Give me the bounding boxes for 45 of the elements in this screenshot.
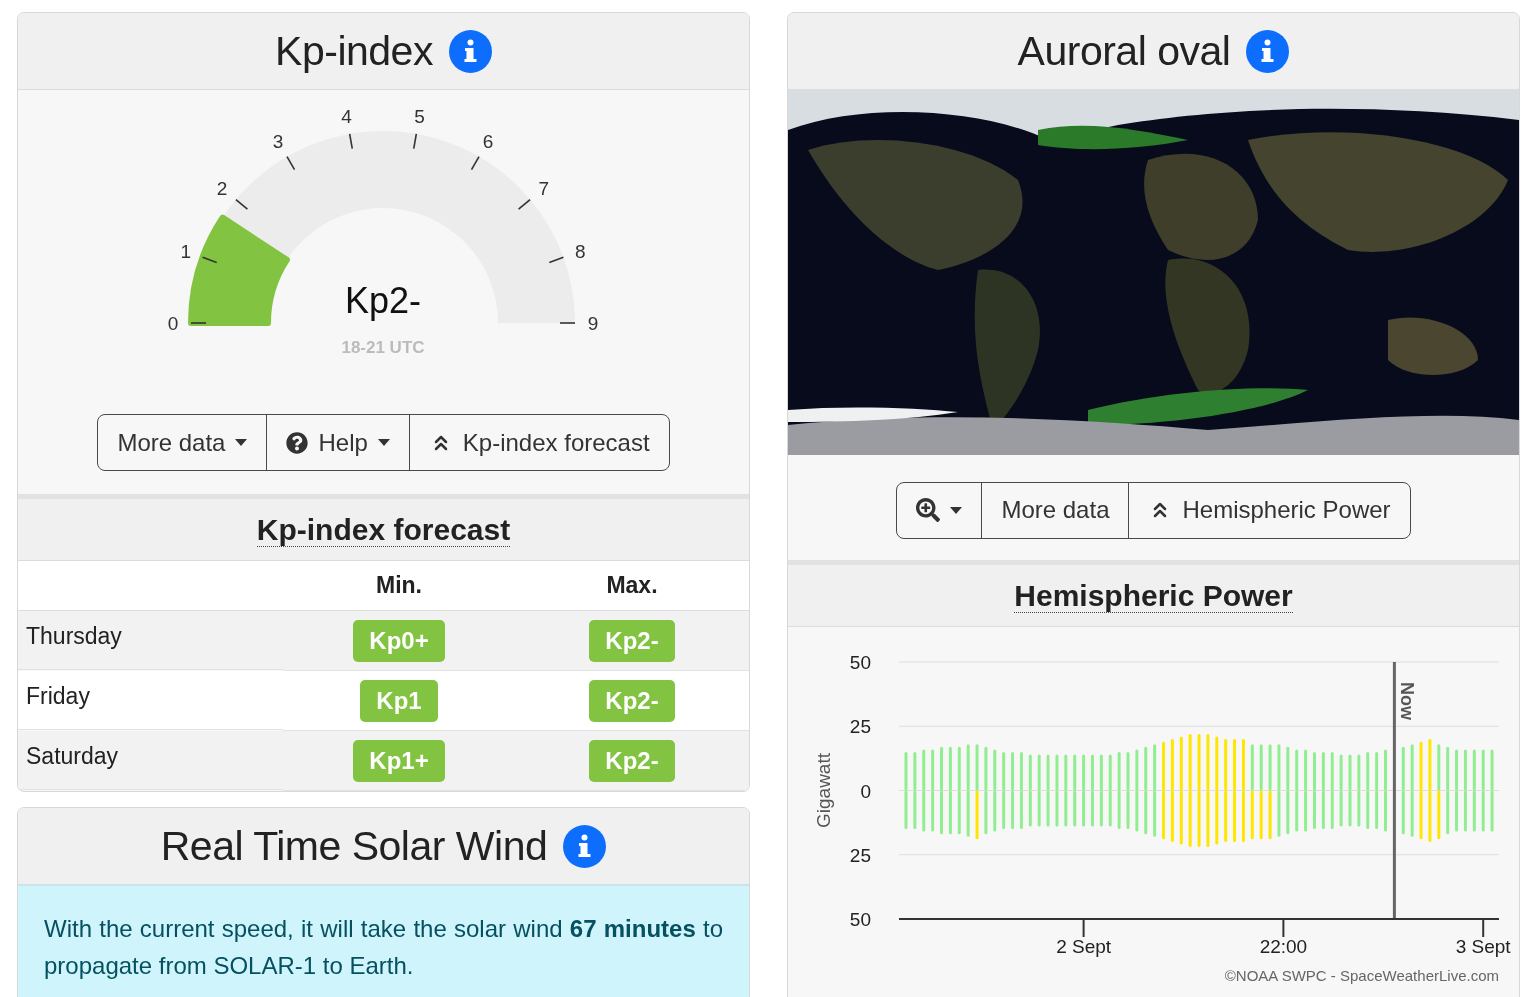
- y-tick-label: 50: [849, 909, 871, 930]
- y-tick-label: 50: [849, 652, 871, 673]
- y-tick-label: 0: [860, 780, 871, 802]
- section-title: Hemispheric Power: [1014, 578, 1293, 613]
- gauge-tick-label: 0: [167, 313, 178, 334]
- kp-badge: Kp2-: [589, 619, 675, 662]
- solar-wind-message: With the current speed, it will take the solar wind 67 minutes to propagate from SOLAR-1 to Earth.: [18, 885, 749, 997]
- kp-badge: Kp2-: [589, 739, 675, 782]
- kp-badge: Kp2-: [589, 679, 675, 722]
- help-button[interactable]: Help: [266, 415, 409, 470]
- x-tick-label: 22:00: [1259, 936, 1308, 957]
- scroll-button[interactable]: Hemispheric Power: [1128, 482, 1410, 538]
- y-tick-label: 25: [849, 844, 871, 866]
- gauge-tick-label: 8: [574, 241, 586, 263]
- dropdown-button[interactable]: More data: [98, 415, 267, 470]
- gauge-tick-label: 4: [340, 106, 352, 128]
- y-tick-label: 25: [849, 716, 871, 738]
- table-header-cell: Max.: [515, 561, 749, 611]
- scroll-button[interactable]: Kp-index forecast: [408, 415, 669, 470]
- gauge-tick-label: 9: [587, 313, 598, 334]
- x-tick-label: 2 Sept: [1056, 936, 1112, 957]
- gauge-tick-label: 1: [179, 241, 191, 263]
- x-tick-label: 3 Sept: [1455, 936, 1511, 957]
- card-title: Real Time Solar Wind: [160, 822, 548, 870]
- kp-badge: Kp1: [360, 679, 438, 722]
- section-title: Kp-index forecast: [256, 512, 511, 547]
- y-axis-label: Gigawatt: [813, 753, 834, 828]
- kp-period: 18-21 UTC: [340, 338, 425, 357]
- gauge-tick-label: 5: [413, 106, 425, 128]
- chart-credit: ©NOAA SWPC - SpaceWeatherLive.com: [1224, 967, 1499, 984]
- gauge-tick-label: 3: [272, 131, 283, 153]
- table-cell: Saturday: [18, 731, 283, 790]
- table-header-cell: Min.: [283, 561, 515, 611]
- kp-badge: Kp0+: [353, 619, 445, 662]
- table-cell: Friday: [18, 671, 283, 730]
- gauge-tick-label: 7: [538, 178, 549, 199]
- kp-value: Kp2-: [344, 280, 421, 321]
- link-button[interactable]: More data: [981, 482, 1129, 538]
- table-cell: Thursday: [18, 611, 283, 670]
- kp-badge: Kp1+: [353, 739, 445, 782]
- gauge-tick-label: 6: [482, 131, 493, 153]
- now-label: Now: [1397, 682, 1418, 720]
- card-title: Kp-index: [275, 27, 433, 75]
- gauge-tick-label: 2: [216, 178, 227, 199]
- card-title: Auroral oval: [1017, 27, 1231, 75]
